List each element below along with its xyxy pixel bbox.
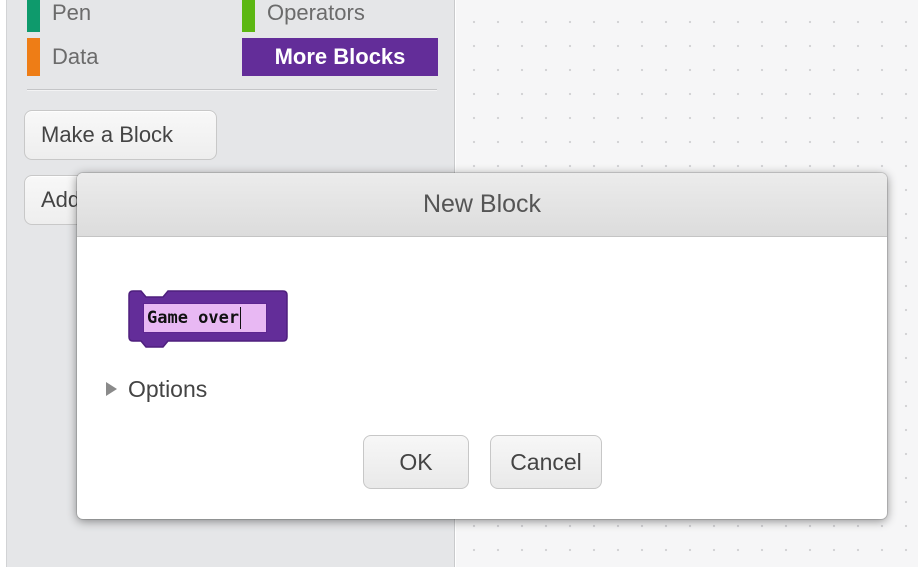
triangle-right-icon bbox=[106, 382, 117, 396]
category-data[interactable]: Data bbox=[27, 38, 98, 76]
category-operators[interactable]: Operators bbox=[242, 0, 365, 32]
new-block-dialog: New Block Game over Options OK Cancel bbox=[77, 173, 887, 519]
cancel-button[interactable]: Cancel bbox=[490, 435, 602, 489]
block-name-text: Game over bbox=[147, 308, 240, 328]
make-a-block-label: Make a Block bbox=[41, 122, 174, 147]
category-more-blocks-label: More Blocks bbox=[274, 44, 406, 69]
cancel-label: Cancel bbox=[510, 448, 582, 475]
data-color-swatch bbox=[27, 38, 40, 76]
category-pen-label: Pen bbox=[52, 0, 92, 25]
category-data-label: Data bbox=[52, 44, 99, 69]
text-caret bbox=[240, 307, 242, 329]
make-a-block-button[interactable]: Make a Block bbox=[24, 110, 217, 160]
category-operators-label: Operators bbox=[267, 0, 365, 25]
options-label: Options bbox=[128, 375, 208, 402]
dialog-title: New Block bbox=[422, 190, 542, 218]
ok-label: OK bbox=[399, 448, 433, 475]
category-divider bbox=[27, 89, 437, 91]
block-name-input[interactable]: Game over bbox=[143, 303, 267, 333]
category-pen[interactable]: Pen bbox=[27, 0, 91, 32]
options-toggle[interactable]: Options bbox=[106, 373, 207, 405]
category-more-blocks[interactable]: More Blocks bbox=[242, 38, 438, 76]
operators-color-swatch bbox=[242, 0, 255, 32]
pen-color-swatch bbox=[27, 0, 40, 32]
dialog-titlebar[interactable]: New Block bbox=[77, 173, 887, 237]
scratch-editor: Pen Operators Data More Blocks Make a Bl… bbox=[0, 0, 918, 567]
ok-button[interactable]: OK bbox=[363, 435, 469, 489]
